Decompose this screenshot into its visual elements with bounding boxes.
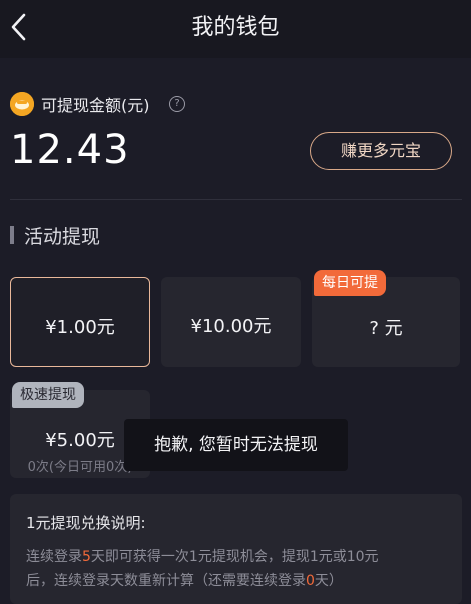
section-title: 活动提现 bbox=[24, 226, 101, 248]
error-toast: 抱歉, 您暂时无法提现 bbox=[124, 419, 348, 471]
remaining-days-highlight: 0 bbox=[306, 573, 315, 589]
divider bbox=[10, 199, 462, 200]
login-days-highlight: 5 bbox=[82, 549, 91, 565]
page-title: 我的钱包 bbox=[191, 15, 280, 40]
help-icon[interactable]: ? bbox=[169, 96, 185, 112]
info-line-1: 连续登录5天即可获得一次1元提现机会，提现1元或10元 bbox=[26, 549, 379, 565]
earn-more-button[interactable]: 赚更多元宝 bbox=[310, 132, 452, 170]
coin-icon bbox=[10, 92, 34, 116]
withdrawable-amount-label: 可提现金额(元) bbox=[41, 96, 150, 115]
balance-amount: 12.43 bbox=[10, 127, 130, 173]
option-price: ? 元 bbox=[369, 318, 403, 339]
option-price: ¥1.00元 bbox=[45, 317, 115, 338]
withdraw-option-10[interactable]: ¥10.00元 bbox=[161, 277, 301, 367]
option-price: ¥10.00元 bbox=[190, 316, 272, 337]
section-marker bbox=[10, 226, 14, 244]
info-line-2: 后，连续登录天数重新计算（还需要连续登录0天） bbox=[26, 573, 343, 589]
fast-withdraw-badge: 极速提现 bbox=[12, 382, 84, 408]
top-bar: 我的钱包 bbox=[0, 0, 471, 58]
withdraw-option-1[interactable]: ¥1.00元 bbox=[10, 277, 150, 367]
daily-withdraw-badge: 每日可提 bbox=[314, 270, 386, 296]
info-title: 1元提现兑换说明: bbox=[26, 514, 146, 532]
